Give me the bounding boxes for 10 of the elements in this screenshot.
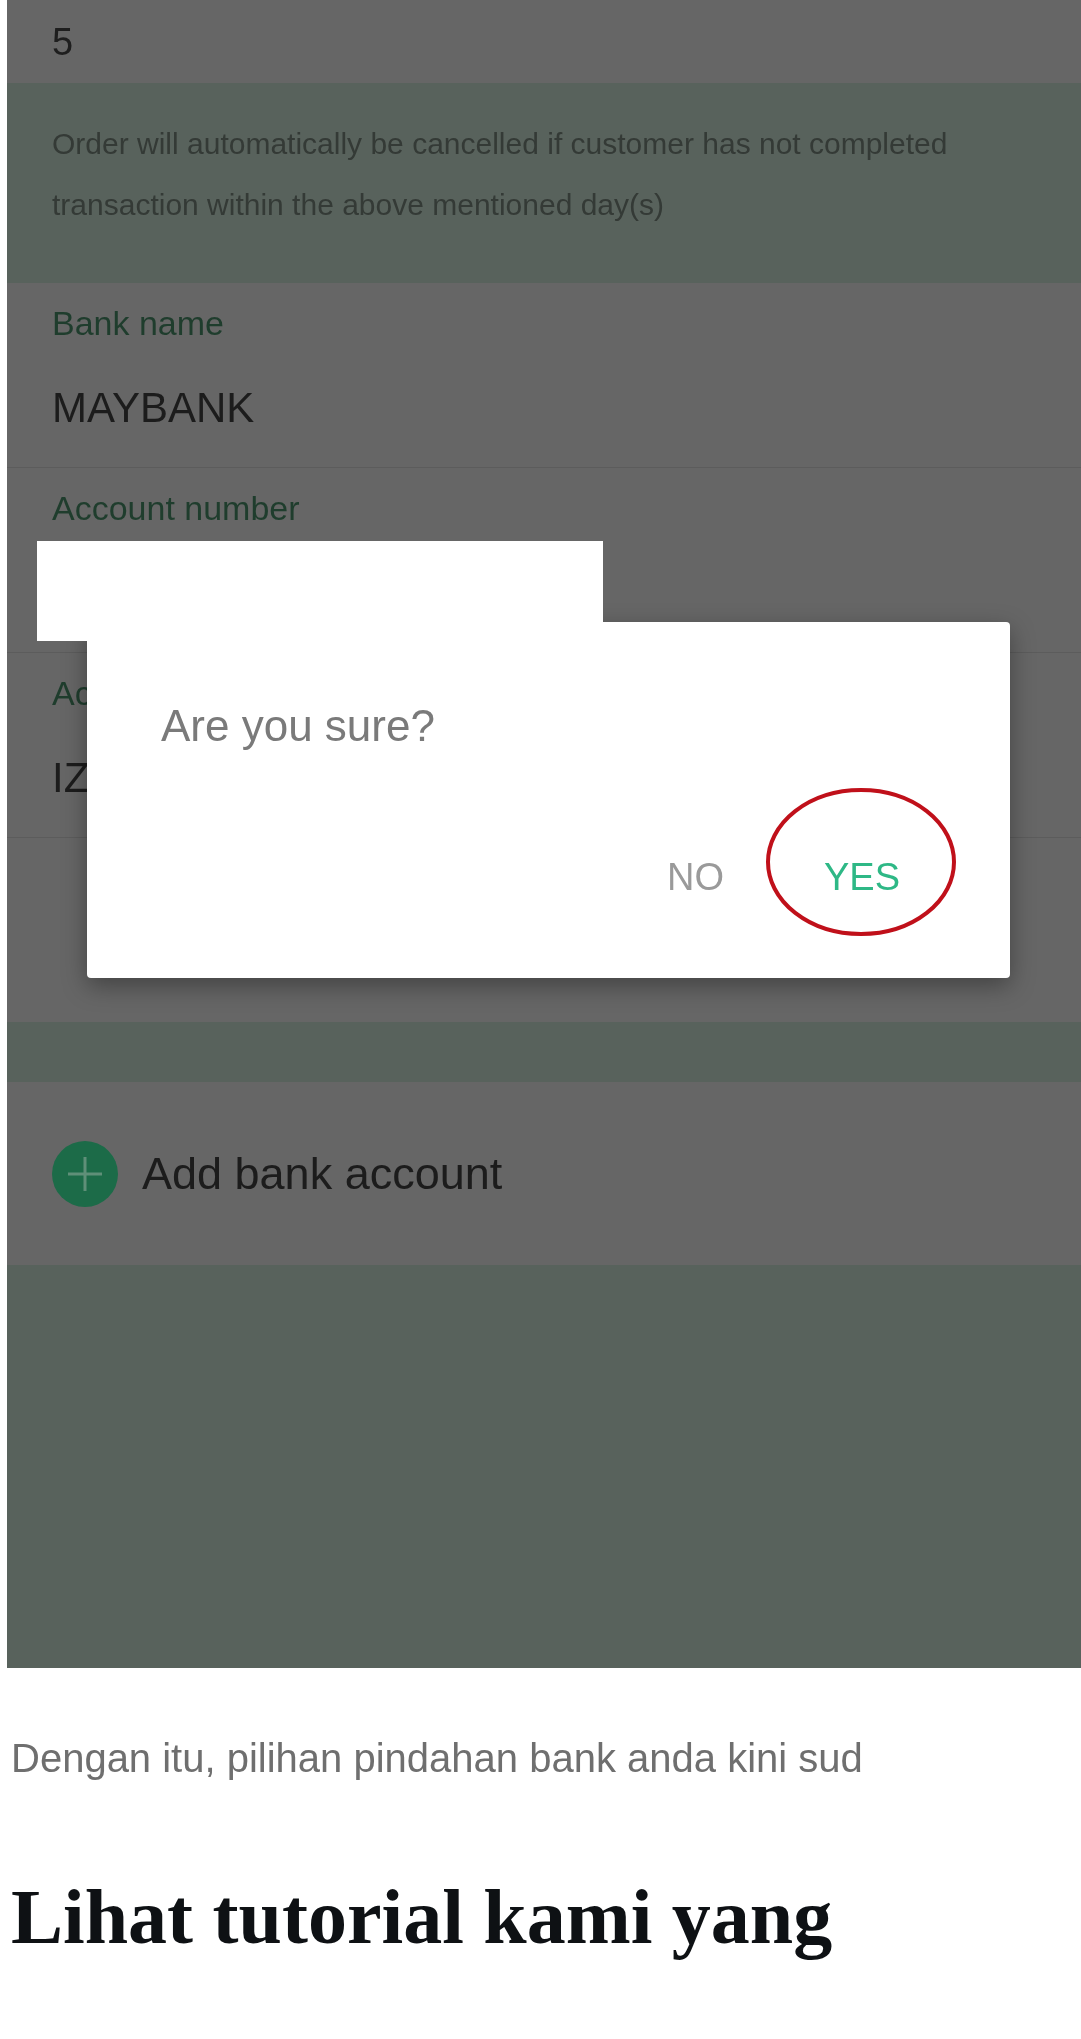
field-label: Bank name: [52, 303, 225, 344]
dialog-message: Are you sure?: [161, 704, 436, 748]
dialog-button[interactable]: NO: [646, 848, 744, 906]
field-label: Account number: [52, 488, 301, 529]
article-paragraph: Dengan itu, pilihan pindahan bank anda kini sud: [11, 1738, 864, 1778]
plus-icon: [52, 1140, 118, 1207]
add-bank-account-button[interactable]: Add bank account: [7, 1082, 1081, 1265]
field-value: IZ: [52, 757, 91, 799]
quantity-value: 5: [52, 22, 74, 61]
field-value: MAYBANK: [52, 387, 256, 429]
